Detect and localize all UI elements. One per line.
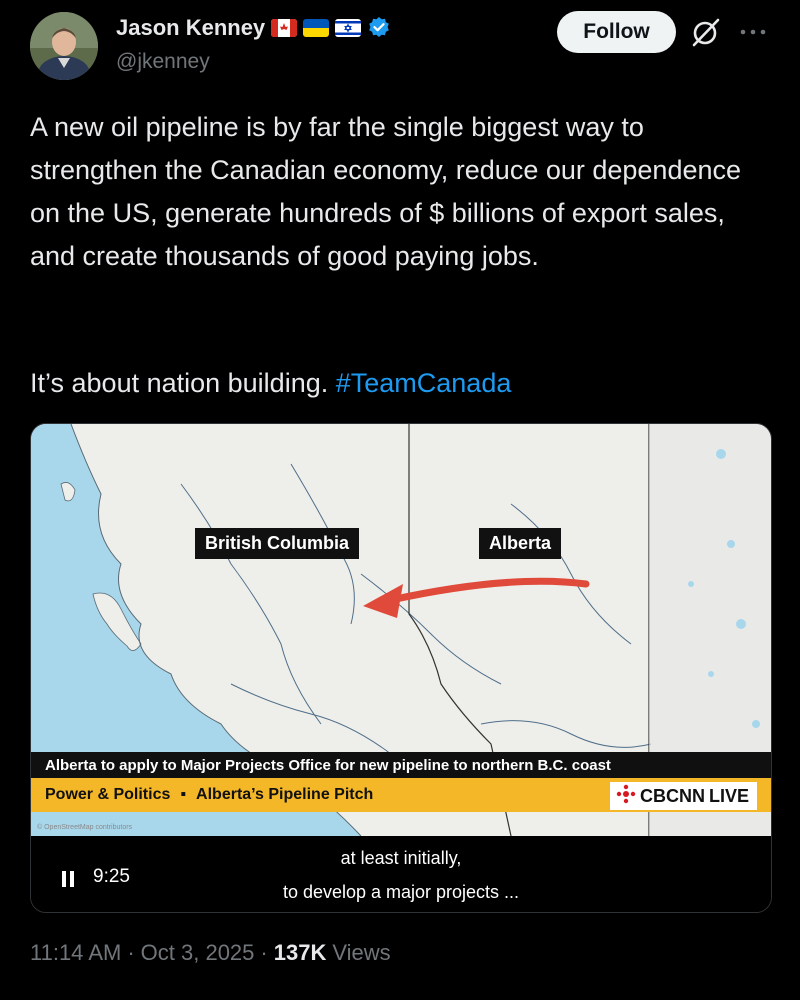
tweet-body: A new oil pipeline is by far the single … [30,112,742,271]
ticker-topic: Alberta’s Pipeline Pitch [196,786,374,803]
meta-separator: · [260,940,268,965]
follow-button[interactable]: Follow [557,11,676,53]
cbc-news-live-badge: CBCNN LIVE [609,782,757,810]
canada-flag-icon [271,19,298,37]
ukraine-flag-icon [303,19,330,37]
map-label-alberta: Alberta [479,528,562,559]
live-label: LIVE [708,785,749,806]
video-time: 9:25 [93,866,130,887]
tweet-date[interactable]: Oct 3, 2025 [141,940,255,966]
ticker-show: Power & Politics [45,786,171,803]
grok-icon[interactable] [690,16,722,48]
cbc-gem-icon [616,784,636,809]
tweet-header: Jason Kenney @jkenney Follow [0,0,800,100]
news-headline-bar: Alberta to apply to Major Projects Offic… [31,752,771,778]
map-credit: © OpenStreetMap contributors [37,824,133,831]
map-label-british-columbia: British Columbia [195,528,360,559]
verified-badge-icon [367,16,391,40]
tweet-time[interactable]: 11:14 AM [30,940,121,966]
author-handle[interactable]: @jkenney [116,50,210,74]
author-name-row: Jason Kenney [116,10,391,46]
network-name: CBCNN [639,785,705,806]
tweet-body-second-line: It’s about nation building. #TeamCanada [30,362,511,405]
tweet-meta: 11:14 AM · Oct 3, 2025 · 137K Views [30,940,391,966]
ticker-separator: ▪ [180,786,187,803]
caption-line-2: to develop a major projects ... [282,882,520,902]
meta-separator: · [127,940,135,965]
video-player[interactable]: British Columbia Alberta Alberta to appl… [30,423,772,913]
tweet-body-line2-text: It’s about nation building. [30,368,336,398]
hashtag-link[interactable]: #TeamCanada [336,368,512,398]
caption-line-1: at least initially, [340,848,462,868]
more-options-icon[interactable] [738,22,768,42]
author-name[interactable]: Jason Kenney [116,15,265,41]
israel-flag-icon [335,19,362,37]
video-controls: 9:25 at least initially, to develop a ma… [31,836,771,912]
pause-icon[interactable] [61,870,75,888]
views-label: Views [332,940,391,965]
views-count: 137K [273,940,327,965]
avatar[interactable] [30,12,98,80]
